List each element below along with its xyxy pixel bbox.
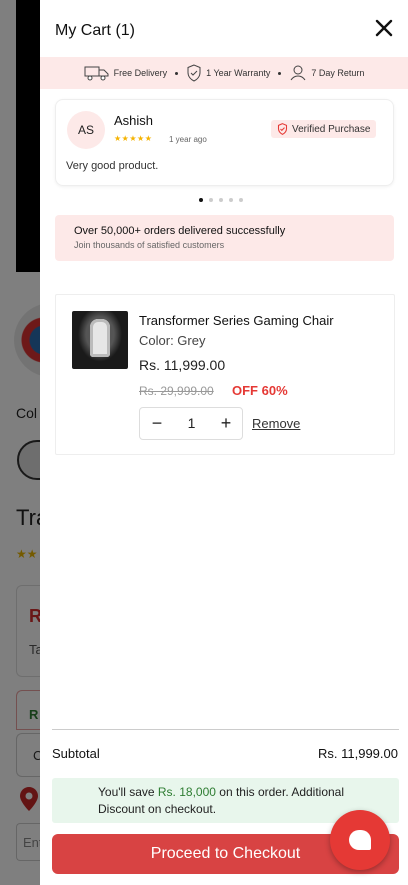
- chair-image: [90, 319, 110, 357]
- pager-dot[interactable]: [209, 198, 213, 202]
- product-name[interactable]: Transformer Series Gaming Chair: [139, 313, 334, 328]
- chat-bubble-icon: [349, 830, 371, 850]
- subtotal-label: Subtotal: [52, 746, 100, 761]
- reviewer-name: Ashish: [114, 113, 154, 128]
- product-mrp: Rs. 29,999.00: [139, 384, 214, 398]
- orders-banner: Over 50,000+ orders delivered successful…: [55, 215, 394, 261]
- avatar: AS: [67, 111, 105, 149]
- divider: [52, 729, 399, 730]
- pager-dot[interactable]: [219, 198, 223, 202]
- pager-dot[interactable]: [229, 198, 233, 202]
- savings-amount: Rs. 18,000: [157, 785, 216, 799]
- separator-dot: [175, 71, 179, 75]
- product-color: Color: Grey: [139, 333, 206, 348]
- benefit-return: 7 Day Return: [289, 64, 364, 82]
- review-text: Very good product.: [66, 160, 159, 172]
- subtotal-value: Rs. 11,999.00: [318, 746, 398, 761]
- benefit-label: 7 Day Return: [311, 68, 365, 78]
- pager-dot[interactable]: [239, 198, 243, 202]
- return-icon: [290, 65, 306, 81]
- pager-dot[interactable]: [199, 198, 203, 202]
- orders-headline: Over 50,000+ orders delivered successful…: [74, 225, 286, 237]
- orders-subline: Join thousands of satisfied customers: [74, 240, 225, 250]
- cart-item: Transformer Series Gaming Chair Color: G…: [55, 294, 395, 455]
- savings-prefix: You'll save: [98, 785, 158, 799]
- review-time: 1 year ago: [169, 135, 207, 144]
- cart-header: My Cart (1): [40, 0, 408, 57]
- verified-badge: Verified Purchase: [271, 120, 377, 138]
- benefit-label: Free Delivery: [113, 68, 168, 78]
- truck-icon: [84, 66, 109, 81]
- savings-text: You'll save Rs. 18,000 on this order. Ad…: [98, 784, 368, 818]
- remove-button[interactable]: Remove: [252, 416, 300, 431]
- product-thumbnail[interactable]: [72, 311, 128, 369]
- quantity-value: 1: [187, 415, 196, 431]
- cart-title: My Cart (1): [55, 22, 135, 39]
- discount-label: OFF 60%: [232, 383, 288, 398]
- separator-dot: [278, 71, 282, 75]
- benefit-warranty: 1 Year Warranty: [186, 64, 270, 82]
- product-price: Rs. 11,999.00: [139, 357, 226, 373]
- cart-drawer: My Cart (1) Free Delivery 1 Year Warrant…: [40, 0, 408, 885]
- close-icon[interactable]: [372, 16, 396, 40]
- review-stars: ★★★★★: [114, 134, 153, 143]
- decrease-quantity-button[interactable]: −: [140, 408, 174, 439]
- quantity-stepper: − 1 +: [139, 407, 243, 440]
- verified-shield-icon: [277, 123, 288, 135]
- shield-icon: [187, 64, 201, 82]
- benefit-free-delivery: Free Delivery: [84, 65, 168, 81]
- review-pager: [199, 198, 243, 202]
- benefits-bar: Free Delivery 1 Year Warranty 7 Day Retu…: [40, 57, 408, 89]
- verified-label: Verified Purchase: [292, 123, 371, 135]
- benefit-label: 1 Year Warranty: [206, 68, 271, 78]
- chat-button[interactable]: [330, 810, 390, 870]
- increase-quantity-button[interactable]: +: [209, 408, 243, 439]
- review-card: AS Ashish ★★★★★ 1 year ago Verified Purc…: [55, 99, 394, 186]
